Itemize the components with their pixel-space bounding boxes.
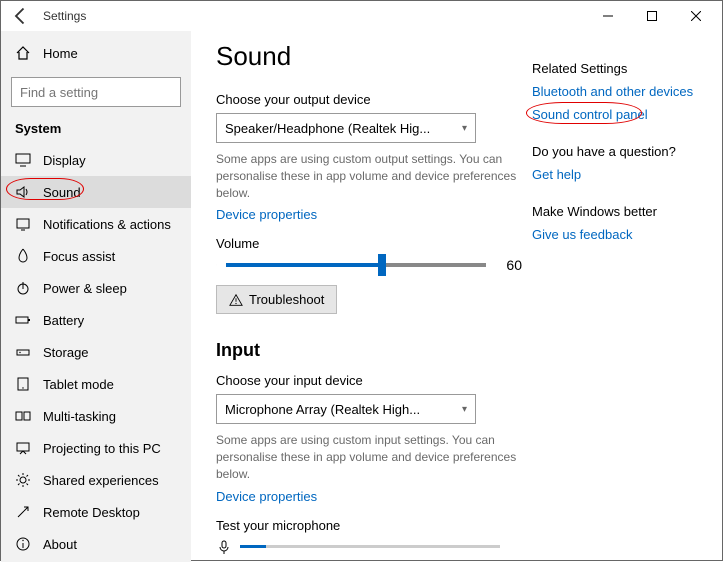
sidebar-item-storage[interactable]: Storage bbox=[1, 336, 191, 368]
focus-icon bbox=[15, 248, 31, 264]
back-button[interactable] bbox=[11, 6, 31, 26]
sidebar: Home System Display Sound Notifications … bbox=[1, 31, 191, 562]
output-hint: Some apps are using custom output settin… bbox=[216, 151, 522, 201]
power-icon bbox=[15, 280, 31, 296]
multitask-icon bbox=[15, 408, 31, 424]
sidebar-item-label: Notifications & actions bbox=[43, 217, 171, 232]
sidebar-item-multitasking[interactable]: Multi-tasking bbox=[1, 400, 191, 432]
page-title: Sound bbox=[216, 41, 522, 72]
sound-icon bbox=[15, 184, 31, 200]
info-icon bbox=[15, 536, 31, 552]
related-settings-heading: Related Settings bbox=[532, 61, 702, 76]
notifications-icon bbox=[15, 216, 31, 232]
sidebar-item-label: Focus assist bbox=[43, 249, 115, 264]
get-help-link[interactable]: Get help bbox=[532, 167, 702, 182]
home-label: Home bbox=[43, 46, 78, 61]
sidebar-item-label: Sound bbox=[43, 185, 81, 200]
volume-label: Volume bbox=[216, 236, 522, 251]
chevron-down-icon: ▾ bbox=[462, 123, 467, 134]
sidebar-item-focus-assist[interactable]: Focus assist bbox=[1, 240, 191, 272]
aside-column: Related Settings Bluetooth and other dev… bbox=[522, 41, 702, 562]
sidebar-item-display[interactable]: Display bbox=[1, 144, 191, 176]
sidebar-item-power[interactable]: Power & sleep bbox=[1, 272, 191, 304]
volume-value: 60 bbox=[506, 257, 522, 273]
sidebar-item-battery[interactable]: Battery bbox=[1, 304, 191, 336]
sidebar-item-label: Battery bbox=[43, 313, 84, 328]
volume-slider[interactable] bbox=[226, 263, 486, 267]
sidebar-item-label: Multi-tasking bbox=[43, 409, 116, 424]
sidebar-group-heading: System bbox=[1, 119, 191, 144]
microphone-icon bbox=[216, 539, 232, 555]
feedback-heading: Make Windows better bbox=[532, 204, 702, 219]
sidebar-item-tablet[interactable]: Tablet mode bbox=[1, 368, 191, 400]
tablet-icon bbox=[15, 376, 31, 392]
sidebar-item-label: Shared experiences bbox=[43, 473, 159, 488]
output-device-select[interactable]: Speaker/Headphone (Realtek Hig... ▾ bbox=[216, 113, 476, 143]
sidebar-item-label: About bbox=[43, 537, 77, 552]
warning-icon bbox=[229, 293, 243, 307]
maximize-button[interactable] bbox=[630, 1, 674, 31]
input-hint: Some apps are using custom input setting… bbox=[216, 432, 522, 482]
close-button[interactable] bbox=[674, 1, 718, 31]
input-heading: Input bbox=[216, 340, 522, 361]
sidebar-item-label: Storage bbox=[43, 345, 89, 360]
main-column: Sound Choose your output device Speaker/… bbox=[216, 41, 522, 562]
minimize-button[interactable] bbox=[586, 1, 630, 31]
input-device-properties-link[interactable]: Device properties bbox=[216, 489, 317, 504]
storage-icon bbox=[15, 344, 31, 360]
display-icon bbox=[15, 152, 31, 168]
remote-icon bbox=[15, 504, 31, 520]
sound-control-panel-link[interactable]: Sound control panel bbox=[532, 107, 702, 122]
sidebar-item-label: Projecting to this PC bbox=[43, 441, 161, 456]
input-device-value: Microphone Array (Realtek High... bbox=[225, 402, 420, 417]
titlebar: Settings bbox=[1, 1, 722, 31]
input-device-select[interactable]: Microphone Array (Realtek High... ▾ bbox=[216, 394, 476, 424]
output-device-properties-link[interactable]: Device properties bbox=[216, 207, 317, 222]
mic-level-bar bbox=[240, 545, 500, 548]
question-heading: Do you have a question? bbox=[532, 144, 702, 159]
search-box[interactable] bbox=[11, 77, 181, 107]
sidebar-item-notifications[interactable]: Notifications & actions bbox=[1, 208, 191, 240]
search-input[interactable] bbox=[20, 85, 196, 100]
home-icon bbox=[15, 45, 31, 61]
output-device-label: Choose your output device bbox=[216, 92, 522, 107]
mic-test-label: Test your microphone bbox=[216, 518, 522, 533]
home-nav[interactable]: Home bbox=[1, 39, 191, 67]
sidebar-item-shared[interactable]: Shared experiences bbox=[1, 464, 191, 496]
sidebar-item-about[interactable]: About bbox=[1, 528, 191, 560]
troubleshoot-label: Troubleshoot bbox=[249, 292, 324, 307]
volume-slider-thumb[interactable] bbox=[378, 254, 386, 276]
input-device-label: Choose your input device bbox=[216, 373, 522, 388]
mic-test-row bbox=[216, 539, 522, 555]
feedback-link[interactable]: Give us feedback bbox=[532, 227, 702, 242]
sidebar-item-sound[interactable]: Sound bbox=[1, 176, 191, 208]
sidebar-item-label: Remote Desktop bbox=[43, 505, 140, 520]
sidebar-item-projecting[interactable]: Projecting to this PC bbox=[1, 432, 191, 464]
project-icon bbox=[15, 440, 31, 456]
sidebar-item-remote[interactable]: Remote Desktop bbox=[1, 496, 191, 528]
output-device-value: Speaker/Headphone (Realtek Hig... bbox=[225, 121, 430, 136]
content: Sound Choose your output device Speaker/… bbox=[191, 31, 722, 562]
bluetooth-link[interactable]: Bluetooth and other devices bbox=[532, 84, 702, 99]
sidebar-item-label: Power & sleep bbox=[43, 281, 127, 296]
battery-icon bbox=[15, 312, 31, 328]
sidebar-item-label: Tablet mode bbox=[43, 377, 114, 392]
sidebar-item-label: Display bbox=[43, 153, 86, 168]
output-troubleshoot-button[interactable]: Troubleshoot bbox=[216, 285, 337, 314]
window-title: Settings bbox=[43, 9, 86, 23]
volume-row: 60 bbox=[216, 257, 522, 273]
gear-icon bbox=[15, 472, 31, 488]
chevron-down-icon: ▾ bbox=[462, 404, 467, 415]
